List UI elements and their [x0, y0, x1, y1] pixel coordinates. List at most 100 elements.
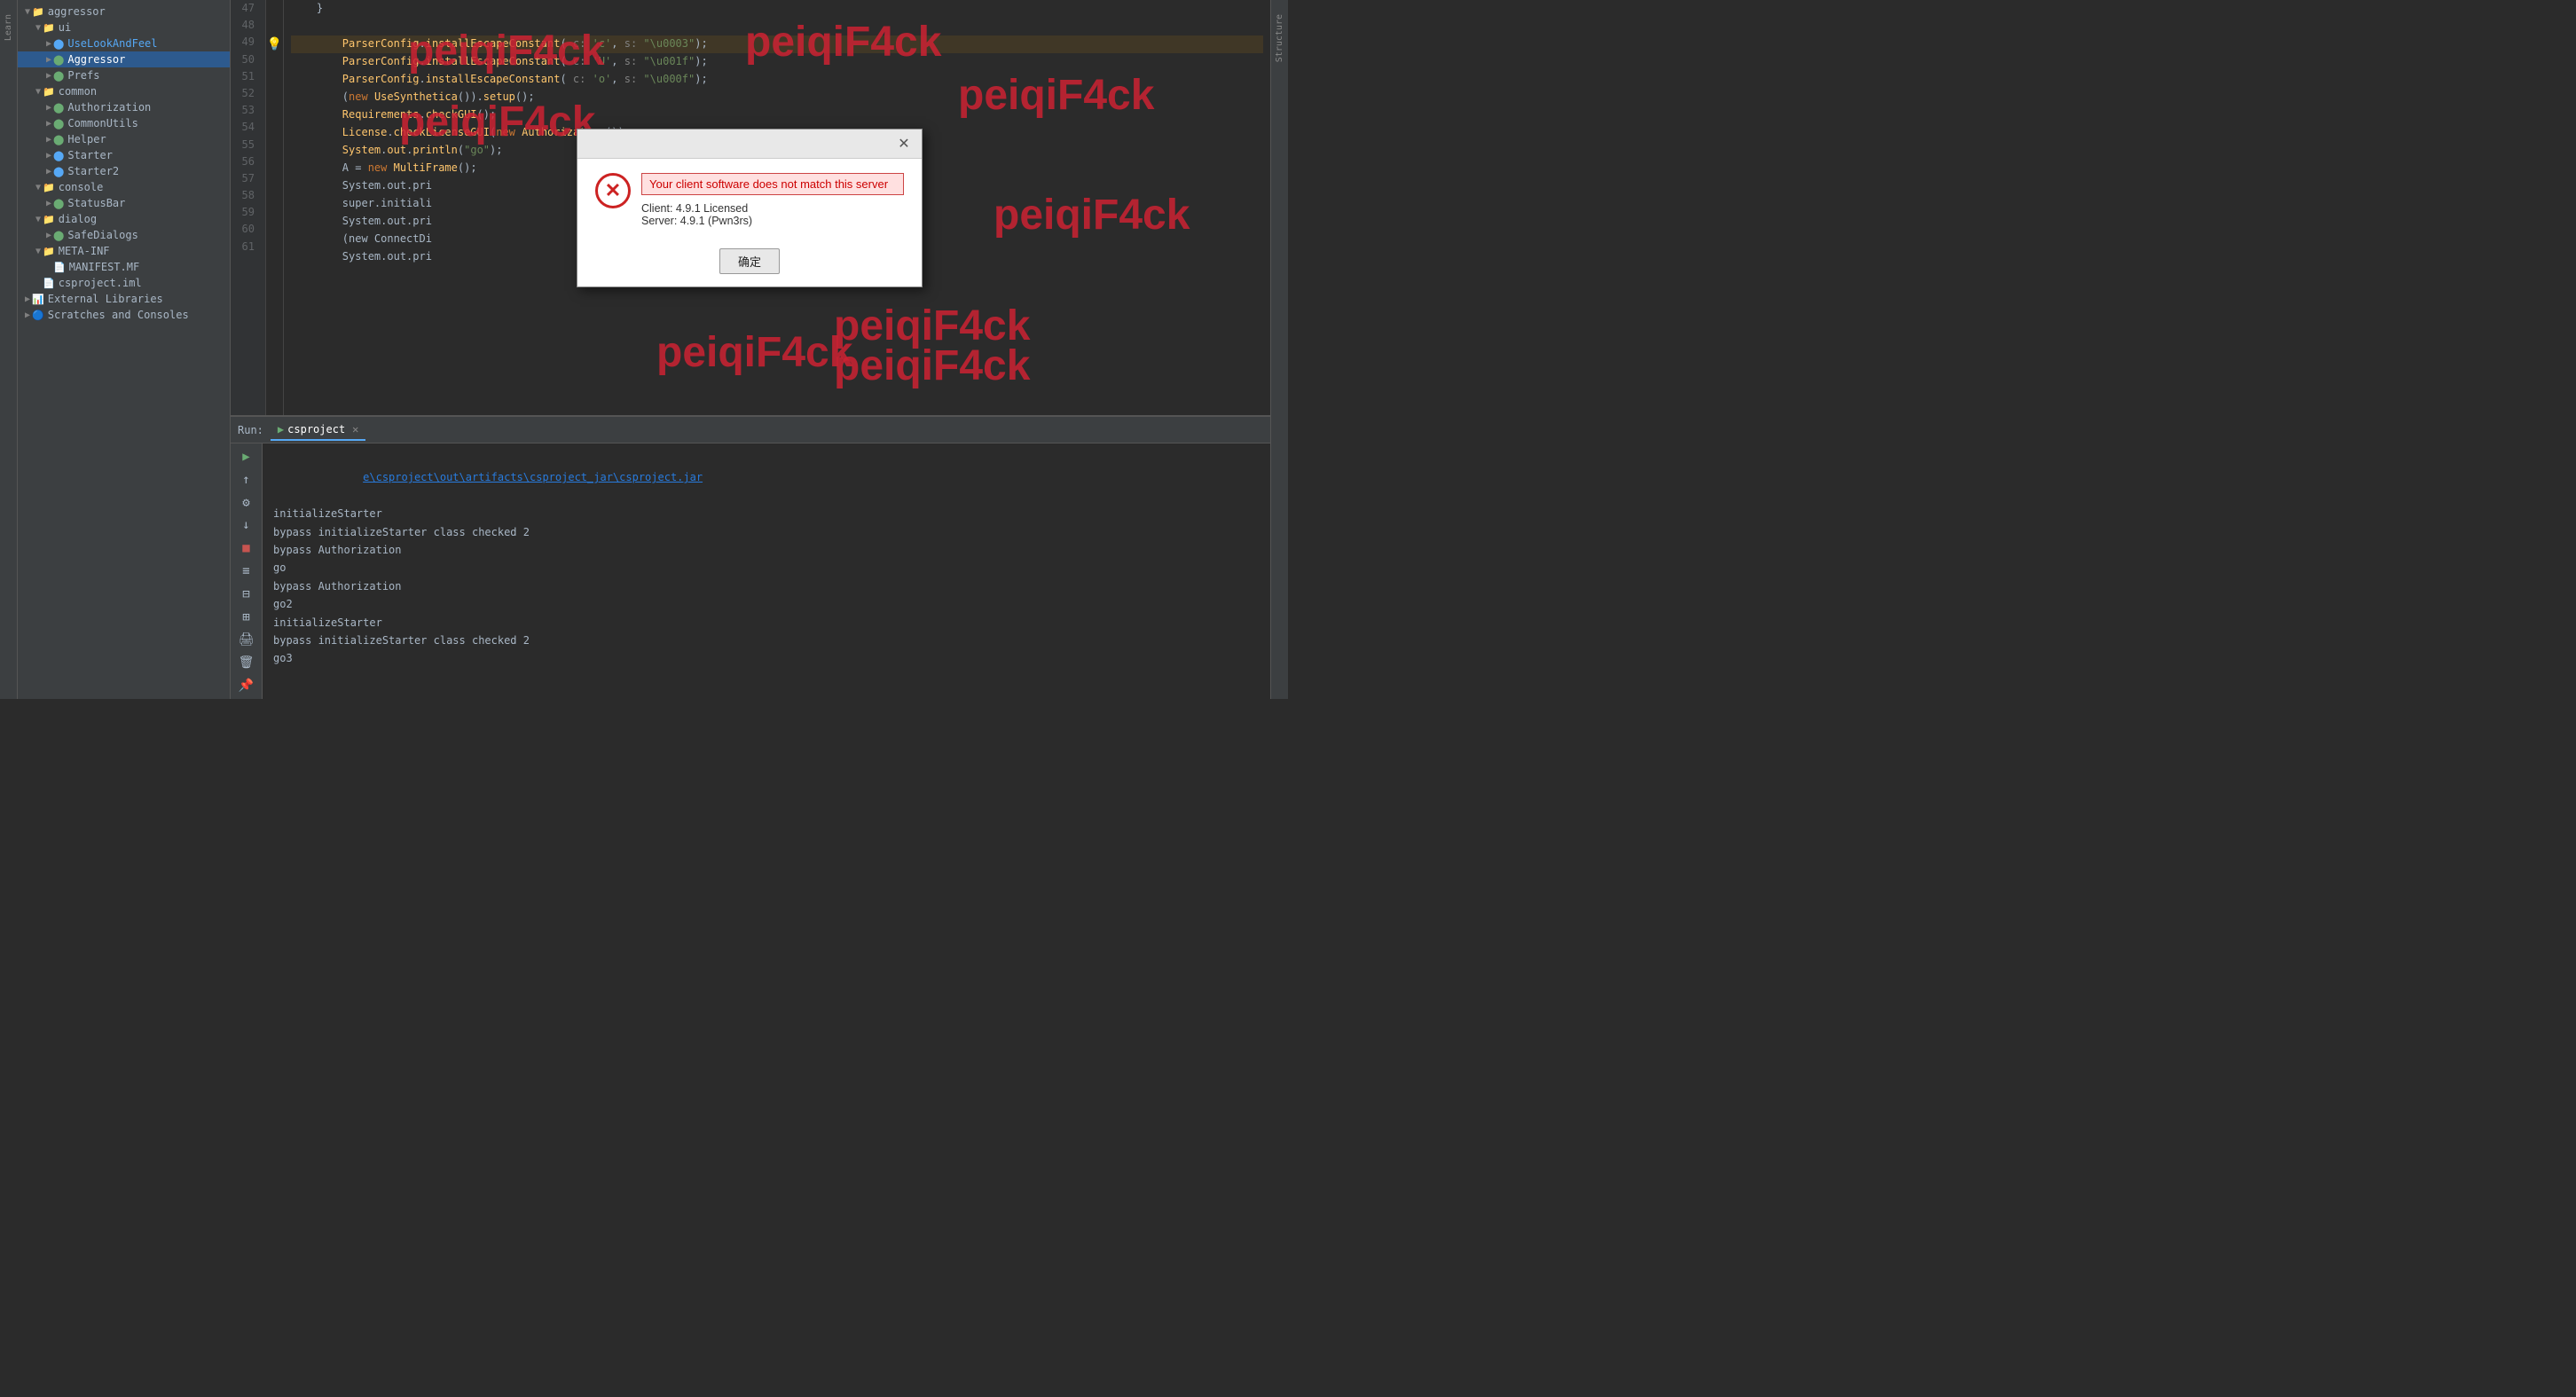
class-icon: ⬤ — [53, 134, 64, 145]
class-icon: ⬤ — [53, 230, 64, 241]
sidebar-item-prefs[interactable]: ▶ ⬤ Prefs — [18, 67, 230, 83]
sidebar-item-label: SafeDialogs — [67, 229, 137, 241]
file-icon: 📄 — [43, 278, 55, 289]
folder-icon: 📁 — [43, 182, 55, 193]
sidebar-item-starter[interactable]: ▶ ⬤ Starter — [18, 147, 230, 163]
sidebar-item-starter2[interactable]: ▶ ⬤ Starter2 — [18, 163, 230, 179]
sidebar-item-statusbar[interactable]: ▶ ⬤ StatusBar — [18, 195, 230, 211]
expand-arrow: ▶ — [46, 71, 51, 81]
dialog-body: ✕ Your client software does not match th… — [577, 159, 922, 241]
expand-arrow: ▶ — [46, 119, 51, 129]
sidebar-item-label: CommonUtils — [67, 117, 137, 129]
sidebar-item-label: csproject.iml — [59, 277, 142, 289]
console-line-8: bypass initializeStarter class checked 2 — [273, 632, 1260, 649]
line-numbers: 47 48 49 50 51 52 53 54 55 56 57 58 59 6… — [231, 0, 266, 415]
sidebar-item-label: Starter — [67, 149, 113, 161]
console-line-5: bypass Authorization — [273, 577, 1260, 595]
sidebar-item-uselookandfeel[interactable]: ▶ ⬤ UseLookAndFeel — [18, 35, 230, 51]
expand-arrow: ▶ — [46, 103, 51, 113]
line-num-51: 51 — [238, 68, 258, 85]
console-line-4: go — [273, 559, 1260, 577]
run-content: ▶ ↑ ⚙ ↓ ■ ≡ ⊟ ⊞ 🖨 🗑 📌 e\cspr — [231, 443, 1270, 699]
folder-icon: 📁 — [43, 86, 55, 98]
dialog-main-message: Your client software does not match this… — [641, 173, 904, 195]
sidebar-item-label: common — [59, 85, 97, 98]
expand-arrow: ▶ — [25, 294, 30, 304]
close-tab-icon[interactable]: ✕ — [352, 423, 358, 436]
settings-button[interactable]: ⚙ — [236, 493, 257, 513]
class-icon: ⬤ — [53, 118, 64, 129]
code-line-53: Requirements.checkGUI(); — [291, 106, 1263, 124]
sidebar-item-safedialogs[interactable]: ▶ ⬤ SafeDialogs — [18, 227, 230, 243]
sidebar-item-console[interactable]: ▼ 📁 console — [18, 179, 230, 195]
line-num-50: 50 — [238, 51, 258, 68]
run-tab-bar: Run: ▶ csproject ✕ — [231, 417, 1270, 443]
console-line-1: initializeStarter — [273, 505, 1260, 522]
sidebar-item-manifest[interactable]: ▶ 📄 MANIFEST.MF — [18, 259, 230, 275]
sidebar-item-csproject-iml[interactable]: ▶ 📄 csproject.iml — [18, 275, 230, 291]
bulb-icon[interactable]: 💡 — [267, 37, 282, 51]
class-icon: ⬤ — [53, 166, 64, 177]
run-tab-label: csproject — [287, 423, 345, 436]
library-icon: 📊 — [32, 294, 44, 305]
error-icon: ✕ — [595, 173, 631, 208]
folder-icon: 📁 — [43, 22, 55, 34]
scroll-up-button[interactable]: ↑ — [236, 470, 257, 490]
sidebar-item-label: StatusBar — [67, 197, 125, 209]
sidebar-item-meta-inf[interactable]: ▼ 📁 META-INF — [18, 243, 230, 259]
sidebar-item-ui[interactable]: ▼ 📁 ui — [18, 20, 230, 35]
print-button[interactable]: 🖨 — [236, 631, 257, 650]
run-button[interactable]: ▶ — [236, 447, 257, 467]
layout-button[interactable]: ⊞ — [236, 608, 257, 627]
code-line-51: ParserConfig.installEscapeConstant( c: '… — [291, 71, 1263, 89]
learn-label[interactable]: Learn — [4, 7, 13, 48]
sidebar-item-commonutils[interactable]: ▶ ⬤ CommonUtils — [18, 115, 230, 131]
pin-button[interactable]: 📌 — [236, 676, 257, 695]
sidebar-item-dialog[interactable]: ▼ 📁 dialog — [18, 211, 230, 227]
error-dialog[interactable]: ✕ ✕ Your client software does not match … — [577, 129, 923, 287]
sidebar-item-label: aggressor — [48, 5, 106, 18]
sidebar-item-ext-libs[interactable]: ▶ 📊 External Libraries — [18, 291, 230, 307]
expand-arrow: ▼ — [25, 7, 30, 17]
code-line-48 — [291, 18, 1263, 35]
structure-label[interactable]: Structure — [1275, 7, 1284, 69]
expand-arrow: ▼ — [35, 87, 41, 97]
scroll-down-button[interactable]: ↓ — [236, 515, 257, 535]
line-num-59: 59 — [238, 204, 258, 221]
line-num-48: 48 — [238, 17, 258, 34]
sidebar-item-label: ui — [59, 21, 71, 34]
gutter: 💡 — [266, 0, 284, 415]
sidebar-item-common[interactable]: ▼ 📁 common — [18, 83, 230, 99]
sidebar-item-aggressor[interactable]: ▼ 📁 aggressor — [18, 4, 230, 20]
sidebar-item-label: Authorization — [67, 101, 151, 114]
console-output[interactable]: e\csproject\out\artifacts\csproject_jar\… — [263, 443, 1270, 699]
sidebar-item-label: dialog — [59, 213, 97, 225]
console-line-7: initializeStarter — [273, 614, 1260, 632]
content-area: Learn ▼ 📁 aggressor ▼ 📁 ui ▶ ⬤ UseLookAn… — [0, 0, 1288, 699]
expand-arrow: ▶ — [46, 231, 51, 240]
sidebar-item-scratches[interactable]: ▶ 🔵 Scratches and Consoles — [18, 307, 230, 323]
expand-arrow: ▶ — [46, 55, 51, 65]
dialog-server-info: Server: 4.9.1 (Pwn3rs) — [641, 215, 904, 227]
console-path[interactable]: e\csproject\out\artifacts\csproject_jar\… — [363, 471, 703, 483]
sidebar: ▼ 📁 aggressor ▼ 📁 ui ▶ ⬤ UseLookAndFeel … — [18, 0, 231, 699]
sidebar-item-authorization[interactable]: ▶ ⬤ Authorization — [18, 99, 230, 115]
filter-button[interactable]: ≡ — [236, 561, 257, 581]
delete-button[interactable]: 🗑 — [236, 653, 257, 672]
sidebar-item-helper[interactable]: ▶ ⬤ Helper — [18, 131, 230, 147]
dialog-close-button[interactable]: ✕ — [895, 135, 913, 153]
console-line-6: go2 — [273, 595, 1260, 613]
class-icon: ⬤ — [53, 102, 64, 114]
class-icon: ⬤ — [53, 70, 64, 82]
sidebar-item-aggressor-class[interactable]: ▶ ⬤ Aggressor — [18, 51, 230, 67]
run-tab-csproject[interactable]: ▶ csproject ✕ — [271, 420, 366, 441]
sidebar-item-label: META-INF — [59, 245, 110, 257]
dialog-ok-button[interactable]: 确定 — [719, 248, 780, 274]
expand-arrow: ▶ — [46, 39, 51, 49]
expand-arrow: ▼ — [35, 215, 41, 224]
folder-icon: 📁 — [43, 246, 55, 257]
stop-button[interactable]: ■ — [236, 538, 257, 558]
filter2-button[interactable]: ⊟ — [236, 585, 257, 604]
console-line-2: bypass initializeStarter class checked 2 — [273, 523, 1260, 541]
expand-arrow: ▼ — [35, 23, 41, 33]
